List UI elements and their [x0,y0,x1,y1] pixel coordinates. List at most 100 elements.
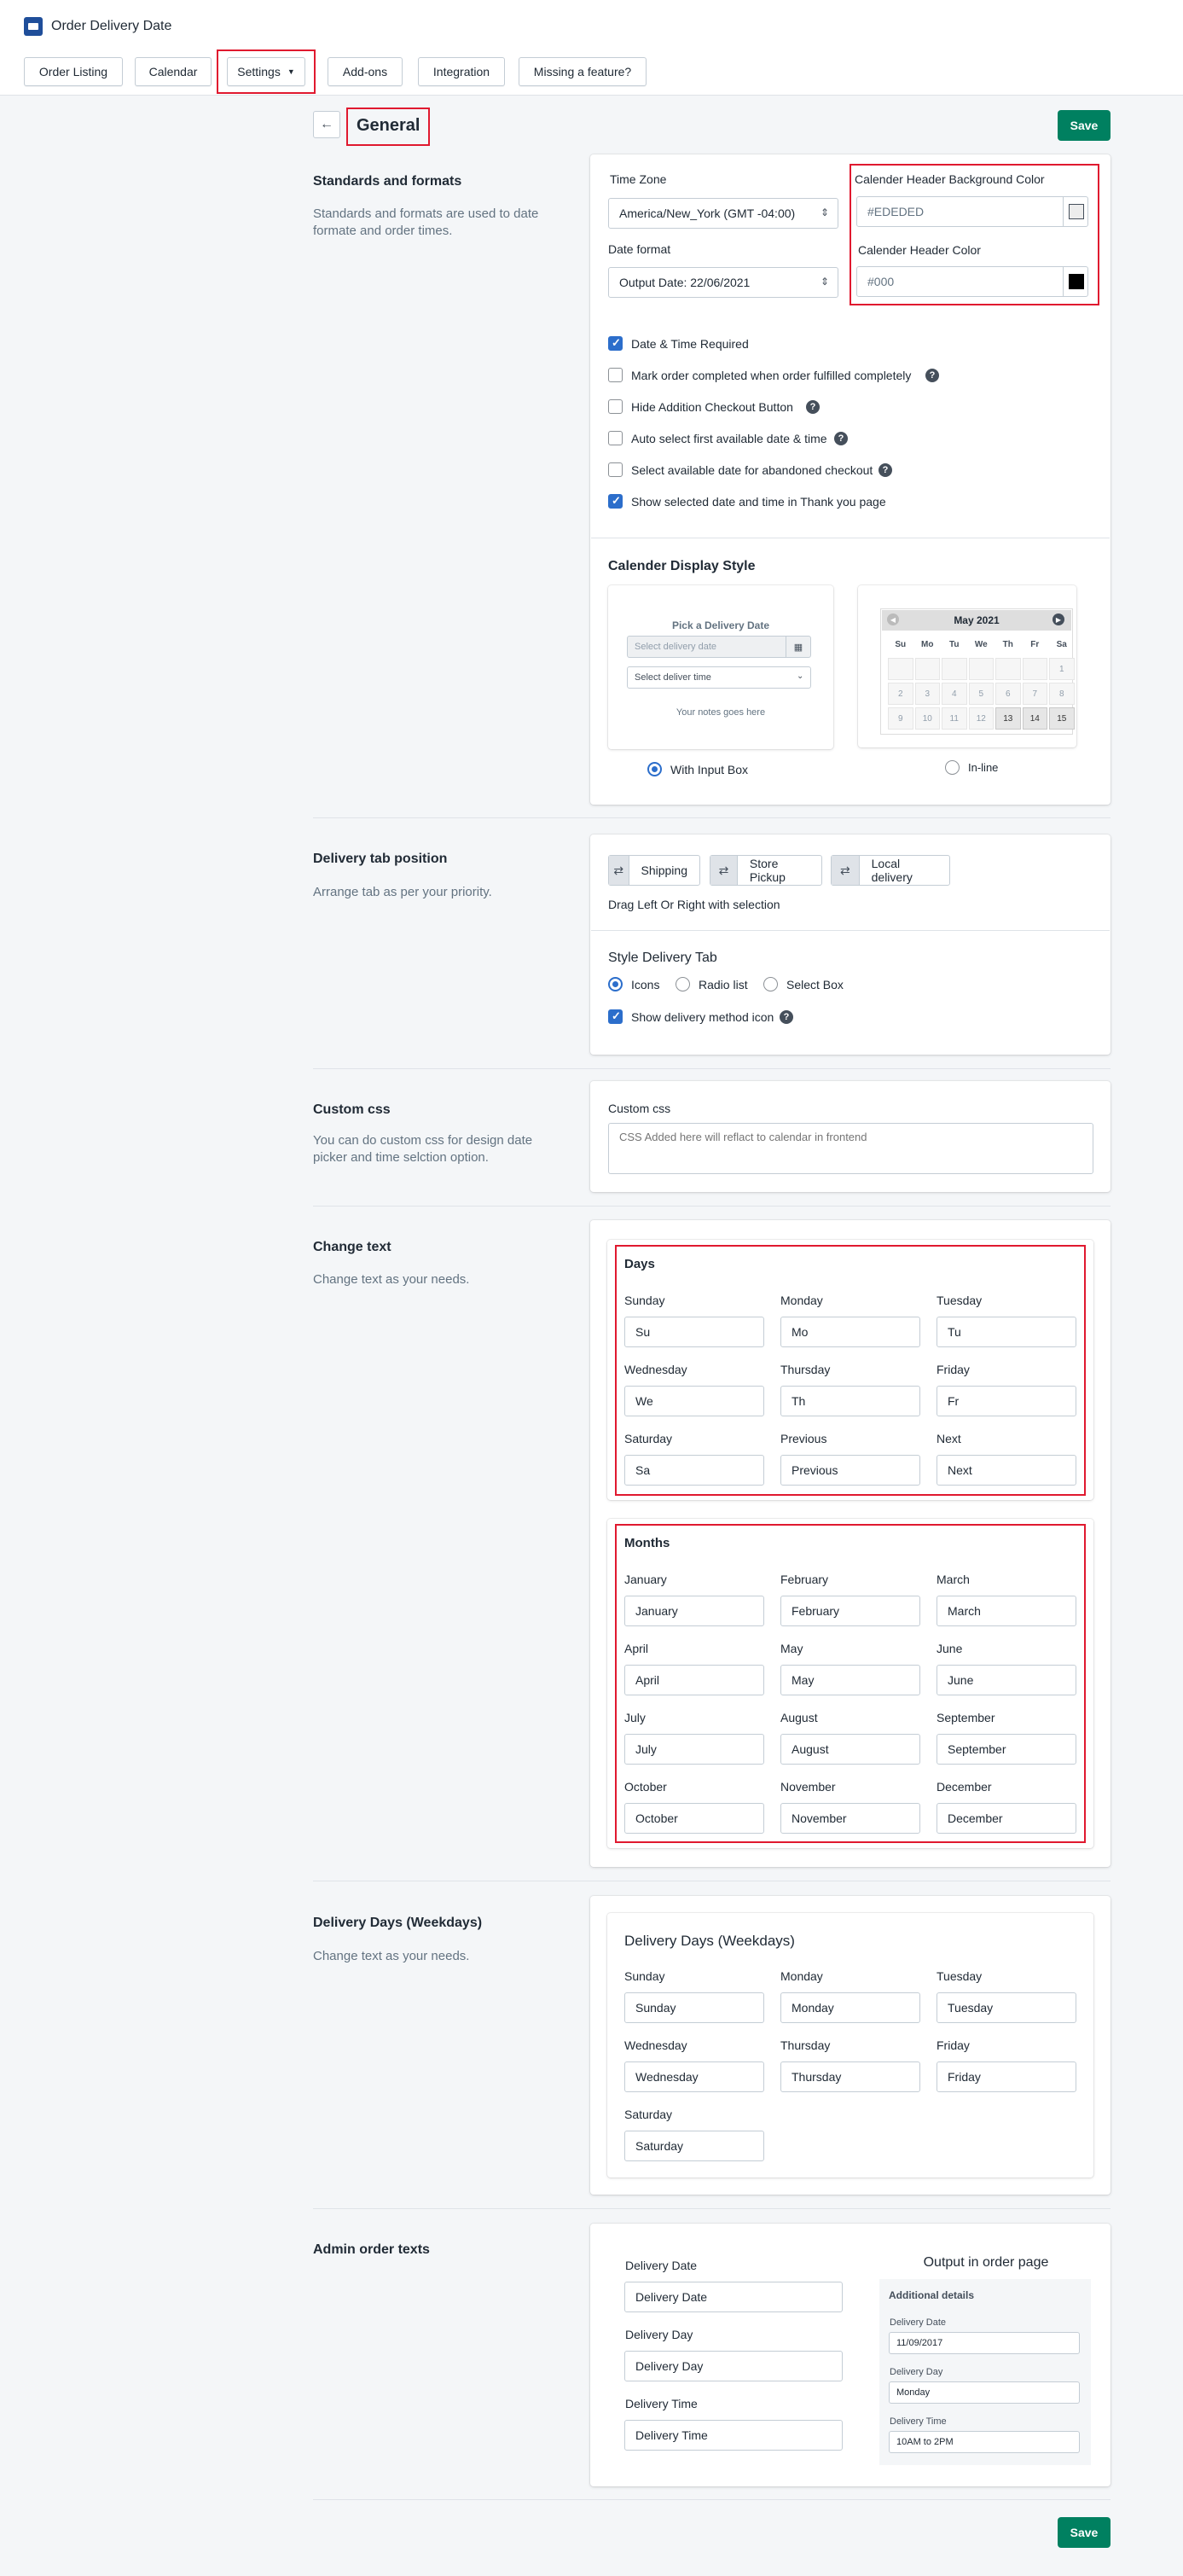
calendar-day: 5 [968,683,994,705]
option-label: Mark order completed when order fulfille… [631,369,912,382]
text-input[interactable]: April [624,1665,764,1695]
radio-select-box[interactable] [763,977,778,991]
tab-store-pickup[interactable]: ⇄ Store Pickup [710,855,822,886]
help-icon[interactable]: ? [925,369,939,382]
text-input[interactable]: October [624,1803,764,1834]
option-checkbox[interactable] [608,399,623,414]
timezone-value: America/New_York (GMT -04:00) [619,206,796,220]
timezone-select[interactable]: America/New_York (GMT -04:00) [608,198,838,229]
option-checkbox[interactable] [608,368,623,382]
text-input-value: Fr [948,1394,960,1408]
section-heading: Change text [313,1240,391,1254]
text-input-value: July [635,1742,657,1756]
text-input-value: Th [792,1394,806,1408]
text-input[interactable]: May [780,1665,920,1695]
output-field-label: Delivery Date [890,2317,947,2328]
text-input-value: September [948,1742,1006,1756]
output-field-value: 10AM to 2PM [896,2437,954,2447]
calendar-day: 3 [914,683,940,705]
help-icon[interactable]: ? [780,1010,793,1024]
text-input[interactable]: Friday [937,2061,1076,2092]
text-input[interactable]: Sunday [624,1992,764,2023]
radio-radio-list[interactable] [676,977,690,991]
text-input[interactable]: Delivery Day [624,2351,843,2381]
text-input[interactable]: Mo [780,1317,920,1347]
back-arrow-icon[interactable]: ← [313,111,340,138]
option-checkbox[interactable] [608,431,623,445]
color-swatch-button[interactable] [1063,266,1088,297]
text-input[interactable]: December [937,1803,1076,1834]
tab-shipping[interactable]: ⇄ Shipping [608,855,700,886]
option-checkbox[interactable] [608,494,623,509]
text-input[interactable]: Saturday [624,2131,764,2161]
tab-local-delivery[interactable]: ⇄ Local delivery [831,855,950,886]
text-input[interactable]: February [780,1596,920,1626]
weekday-header: Su [895,639,907,649]
text-input[interactable]: Tu [937,1317,1076,1347]
text-input-value: November [792,1811,847,1825]
text-input[interactable]: January [624,1596,764,1626]
option-checkbox[interactable] [608,462,623,477]
text-input-value: October [635,1811,678,1825]
dateformat-select[interactable]: Output Date: 22/06/2021 [608,267,838,298]
calendar-day: 6 [995,683,1021,705]
nav-settings[interactable]: Settings ▼ [227,57,305,86]
nav-add-ons[interactable]: Add-ons [328,57,403,86]
nav-missing-feature[interactable]: Missing a feature? [519,57,647,86]
output-field: 11/09/2017 [889,2332,1080,2354]
save-button-bottom[interactable]: Save [1058,2517,1111,2548]
field-label: Delivery Date [625,2259,698,2272]
section-divider [313,2208,1111,2209]
nav-order-listing[interactable]: Order Listing [24,57,123,86]
option-label: Hide Addition Checkout Button [631,400,793,414]
text-input[interactable]: June [937,1665,1076,1695]
text-input[interactable]: Tuesday [937,1992,1076,2023]
weekday-header: Fr [1030,639,1040,649]
header-color-input[interactable]: #000 [856,266,1088,297]
field-label: Wednesday [624,2038,687,2052]
text-input[interactable]: July [624,1734,764,1765]
header-color-value: #000 [867,275,895,288]
radio-select-box-label: Select Box [786,978,844,991]
nav-calendar[interactable]: Calendar [135,57,212,86]
text-input[interactable]: Monday [780,1992,920,2023]
help-icon[interactable]: ? [879,463,892,477]
text-input[interactable]: September [937,1734,1076,1765]
text-input[interactable]: Next [937,1455,1076,1486]
radio-icons[interactable] [608,977,623,991]
radio-input-box[interactable] [647,762,662,776]
text-input[interactable]: We [624,1386,764,1416]
drag-handle-icon[interactable]: ⇄ [609,856,629,885]
option-checkbox[interactable] [608,336,623,351]
text-input[interactable]: Su [624,1317,764,1347]
color-swatch-button[interactable] [1063,196,1088,227]
text-input[interactable]: Delivery Time [624,2420,843,2451]
text-input[interactable]: August [780,1734,920,1765]
nav-integration[interactable]: Integration [418,57,505,86]
field-label: March [937,1573,970,1586]
custom-css-textarea[interactable] [608,1123,1093,1174]
text-input[interactable]: March [937,1596,1076,1626]
drag-handle-icon[interactable]: ⇄ [832,856,860,885]
text-input[interactable]: Thursday [780,2061,920,2092]
radio-inline[interactable] [945,760,960,775]
section-divider [313,817,1111,818]
text-input[interactable]: Sa [624,1455,764,1486]
text-input[interactable]: Wednesday [624,2061,764,2092]
text-input-value: Previous [792,1463,838,1477]
save-button[interactable]: Save [1058,110,1111,141]
text-input[interactable]: Th [780,1386,920,1416]
help-icon[interactable]: ? [834,432,848,445]
show-icon-checkbox[interactable] [608,1009,623,1024]
text-input[interactable]: Fr [937,1386,1076,1416]
calendar-day [1022,658,1047,680]
drag-handle-icon[interactable]: ⇄ [710,856,738,885]
field-label: Monday [780,1294,823,1307]
preview-pick-title: Pick a Delivery Date [671,619,770,631]
help-icon[interactable]: ? [806,400,820,414]
header-bg-color-input[interactable]: #EDEDED [856,196,1088,227]
text-input[interactable]: November [780,1803,920,1834]
text-input[interactable]: Delivery Date [624,2282,843,2312]
section-description: Change text as your needs. [313,1949,470,1963]
text-input[interactable]: Previous [780,1455,920,1486]
